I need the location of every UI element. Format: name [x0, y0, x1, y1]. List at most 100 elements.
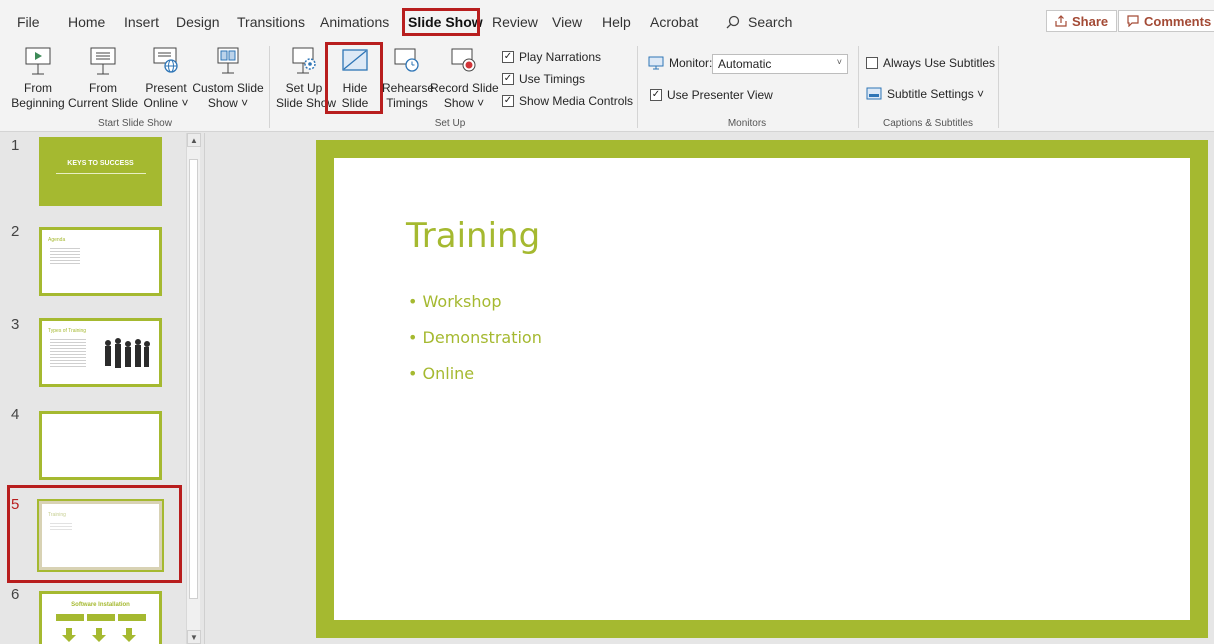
group-label-captions: Captions & Subtitles: [882, 118, 974, 129]
bullet-item[interactable]: • Demonstration: [408, 328, 542, 347]
bullet-text: Workshop: [422, 292, 502, 311]
play-narrations-checkbox[interactable]: ✓ Play Narrations: [502, 50, 601, 64]
thumb-title: Types of Training: [48, 328, 87, 334]
play-from-start-icon: [25, 47, 51, 75]
slide-title[interactable]: Training: [406, 216, 540, 256]
checkbox-checked-icon: ✓: [502, 95, 514, 107]
tab-insert[interactable]: Insert: [124, 14, 159, 30]
from-beginning-button[interactable]: From Beginning: [6, 46, 70, 111]
comments-button[interactable]: Comments: [1118, 10, 1214, 32]
tab-design[interactable]: Design: [176, 14, 220, 30]
scrollbar-thumb[interactable]: [189, 159, 198, 599]
bullet-text: Online: [422, 364, 475, 383]
slide-canvas[interactable]: Training • Workshop • Demonstration • On…: [316, 140, 1208, 638]
show-media-controls-checkbox[interactable]: ✓ Show Media Controls: [502, 94, 633, 108]
custom-show-line1: Custom Slide: [192, 81, 264, 95]
monitor-icon: [648, 56, 664, 70]
rehearse-line2: Timings: [386, 96, 428, 110]
search-label: Search: [748, 14, 793, 30]
custom-show-icon: [217, 47, 239, 74]
thumb-divider: [56, 173, 146, 174]
present-online-icon: [153, 47, 178, 73]
rehearse-timings-icon: [394, 48, 419, 72]
hide-slide-line1: Hide: [342, 81, 368, 95]
slide-thumbnail-3[interactable]: Types of Training: [39, 318, 162, 387]
hide-slide-icon: [342, 49, 368, 71]
slide-number: 5: [11, 496, 20, 513]
checkbox-checked-icon: ✓: [650, 89, 662, 101]
thumbnail-scrollbar[interactable]: ▲ ▼: [186, 133, 201, 644]
people-image-icon: [105, 338, 150, 368]
search-icon: [726, 15, 740, 29]
always-subtitles-label: Always Use Subtitles: [883, 56, 996, 70]
bullet-item[interactable]: • Workshop: [408, 292, 501, 311]
present-online-button[interactable]: Present Online ˅: [140, 46, 192, 111]
record-icon: [451, 48, 476, 72]
tab-review[interactable]: Review: [492, 14, 538, 30]
play-narrations-label: Play Narrations: [519, 50, 602, 64]
slide-thumbnail-5-hidden[interactable]: Training: [37, 499, 164, 572]
rehearse-line1: Rehearse: [382, 81, 435, 95]
tab-help[interactable]: Help: [602, 14, 631, 30]
slide-thumbnail-6[interactable]: Software Installation: [39, 591, 162, 644]
tab-acrobat[interactable]: Acrobat: [650, 14, 698, 30]
thumb-boxes: [56, 614, 146, 621]
ribbon-separator: [269, 46, 270, 128]
slide-thumbnail-4[interactable]: [39, 411, 162, 480]
subtitle-settings-icon: [866, 87, 882, 100]
group-label-set-up: Set Up: [434, 118, 466, 129]
hide-slide-button[interactable]: Hide Slide: [332, 46, 378, 111]
always-use-subtitles-checkbox[interactable]: Always Use Subtitles: [866, 56, 995, 70]
from-beginning-line1: From: [24, 81, 52, 95]
ribbon-separator: [998, 46, 999, 128]
comments-label: Comments: [1144, 13, 1212, 29]
scroll-down-icon[interactable]: ▼: [187, 630, 201, 644]
ribbon: From Beginning From Current Slide Presen…: [0, 42, 1214, 132]
comment-icon: [1127, 15, 1139, 27]
from-current-line1: From: [89, 81, 117, 95]
monitor-value: Automatic: [718, 57, 772, 71]
use-presenter-view-checkbox[interactable]: ✓ Use Presenter View: [650, 88, 773, 102]
rehearse-timings-button[interactable]: Rehearse Timings: [382, 46, 435, 111]
checkbox-checked-icon: ✓: [502, 51, 514, 63]
bullet-item[interactable]: • Online: [408, 364, 474, 383]
chevron-down-icon: ˅: [836, 57, 842, 67]
slide-thumbnail-1[interactable]: KEYS TO SUCCESS: [39, 137, 162, 206]
slide-number: 3: [11, 316, 20, 333]
tab-home[interactable]: Home: [68, 14, 105, 30]
group-label-start-slide-show: Start Slide Show: [98, 118, 172, 129]
tab-animations[interactable]: Animations: [320, 14, 389, 30]
tab-slide-show[interactable]: Slide Show: [408, 14, 483, 30]
from-beginning-line2: Beginning: [11, 96, 65, 110]
tab-view[interactable]: View: [552, 14, 582, 30]
from-current-line2: Current Slide: [68, 96, 139, 110]
share-label: Share: [1072, 13, 1109, 29]
set-up-slide-show-button[interactable]: Set Up Slide Show: [276, 46, 336, 111]
use-timings-checkbox[interactable]: ✓ Use Timings: [502, 72, 585, 86]
custom-slide-show-button[interactable]: Custom Slide Show ˅: [192, 46, 264, 111]
hide-slide-line2: Slide: [341, 96, 369, 110]
thumb-title: Agenda: [48, 237, 66, 243]
subtitle-settings-button[interactable]: Subtitle Settings ˅: [866, 87, 984, 101]
search-box[interactable]: Search: [726, 14, 792, 30]
monitor-dropdown[interactable]: Automatic ˅: [712, 54, 848, 74]
setup-show-line1: Set Up: [285, 81, 323, 95]
record-line1: Record Slide: [430, 81, 499, 95]
record-slide-show-button[interactable]: Record Slide Show ˅: [430, 46, 499, 111]
slide-number: 2: [11, 223, 20, 240]
tab-transitions[interactable]: Transitions: [237, 14, 305, 30]
from-current-slide-button[interactable]: From Current Slide: [68, 46, 138, 111]
ribbon-separator: [637, 46, 638, 128]
checkbox-checked-icon: ✓: [502, 73, 514, 85]
thumb-title: KEYS TO SUCCESS: [67, 160, 134, 167]
ribbon-separator: [858, 46, 859, 128]
monitor-label: Monitor:: [669, 56, 713, 70]
share-button[interactable]: Share: [1046, 10, 1118, 32]
slide-number: 6: [11, 586, 20, 603]
tab-file[interactable]: File: [17, 14, 40, 30]
use-timings-label: Use Timings: [519, 72, 586, 86]
thumb-text-lines: [50, 521, 72, 530]
slide-thumbnail-2[interactable]: Agenda: [39, 227, 162, 296]
scroll-up-icon[interactable]: ▲: [187, 133, 201, 147]
group-label-monitors: Monitors: [727, 118, 767, 129]
